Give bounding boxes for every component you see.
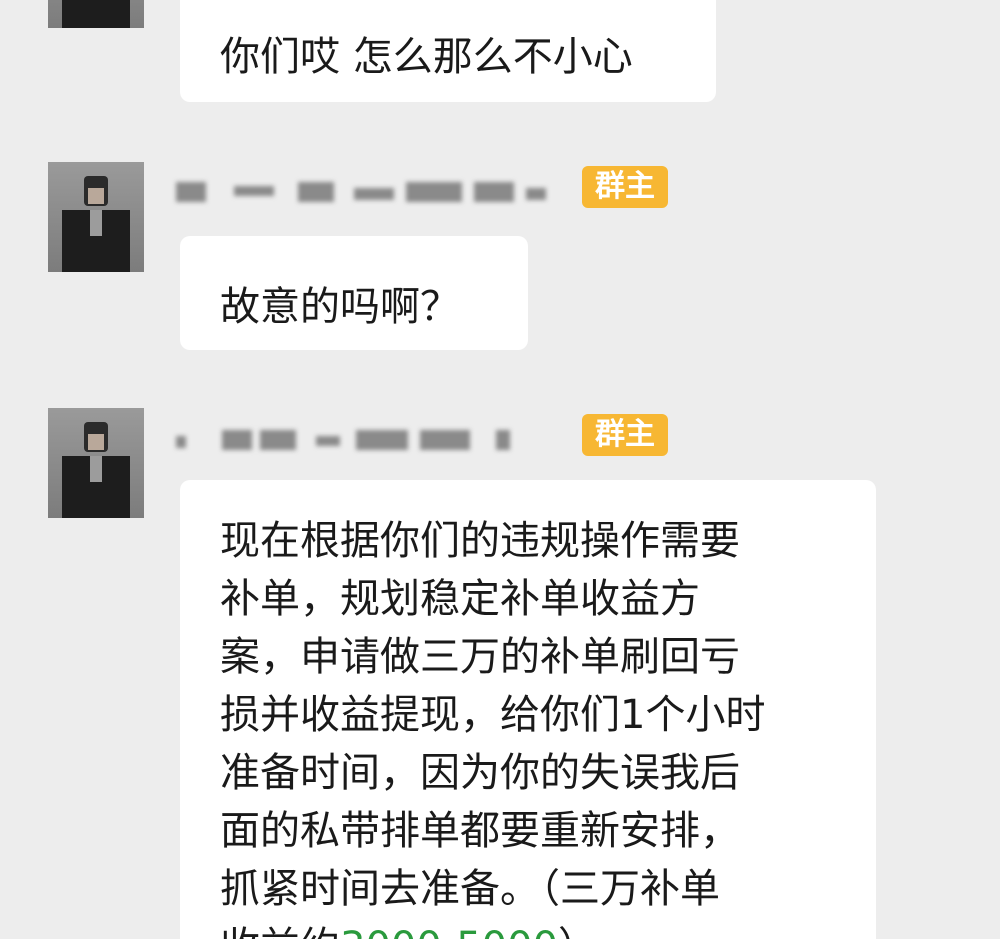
message-line: 案，申请做三万的补单刷回亏 (220, 634, 740, 680)
message-line: 损并收益提现，给你们1个小时 (220, 692, 766, 738)
message-bubble[interactable]: 你们哎 怎么那么不小心 (180, 0, 716, 102)
sender-name-blurred (176, 420, 546, 460)
group-owner-badge: 群主 (582, 166, 668, 208)
message-line: 准备时间，因为你的失误我后 (220, 750, 740, 796)
message-text: 故意的吗啊？ (220, 284, 460, 330)
avatar[interactable] (48, 408, 144, 518)
sender-name-blurred (176, 172, 546, 212)
message-bubble[interactable]: 现在根据你们的违规操作需要 补单，规划稳定补单收益方 案，申请做三万的补单刷回亏… (180, 480, 876, 939)
message-line: 收益约3000-5000） (220, 918, 876, 939)
message-line: 补单，规划稳定补单收益方 (220, 576, 700, 622)
phone-number-link[interactable]: 3000-5000 (340, 924, 558, 939)
avatar[interactable] (48, 162, 144, 272)
message-text: 你们哎 怎么那么不小心 (220, 34, 633, 80)
avatar[interactable] (48, 0, 144, 28)
message-line: 抓紧时间去准备。（三万补单 (220, 866, 720, 912)
message-text: ） (558, 924, 598, 939)
message-text: 收益约 (220, 924, 340, 939)
message-line: 现在根据你们的违规操作需要 (220, 518, 740, 564)
chat-area: 你们哎 怎么那么不小心 群主 故意的吗啊？ 群主 现在根据你们的违规操作需要 补… (0, 0, 1000, 939)
message-line: 面的私带排单都要重新安排， (220, 808, 740, 854)
group-owner-badge: 群主 (582, 414, 668, 456)
message-bubble[interactable]: 故意的吗啊？ (180, 236, 528, 350)
